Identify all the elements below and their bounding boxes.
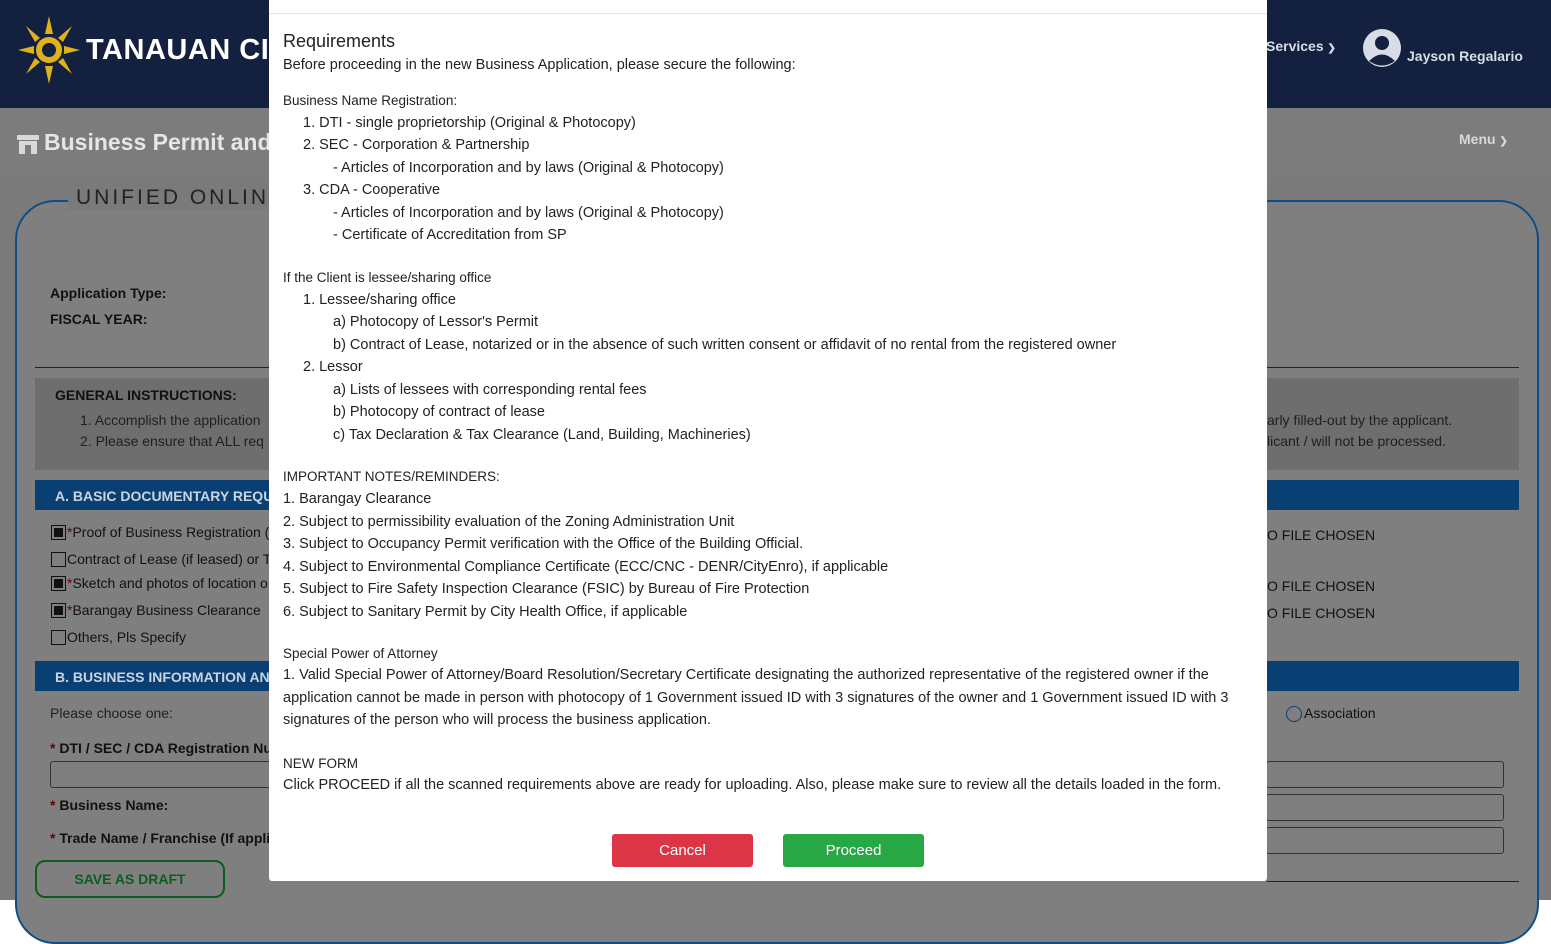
- trade-name-input[interactable]: [1266, 827, 1504, 854]
- modal-intro: Before proceeding in the new Business Ap…: [283, 57, 796, 73]
- notes-heading: IMPORTANT NOTES/REMINDERS:: [283, 469, 500, 484]
- dti-registration-input-end[interactable]: [1266, 761, 1504, 788]
- services-label: Services: [1266, 38, 1324, 54]
- new-form-heading: NEW FORM: [283, 756, 358, 771]
- lessee-line: b) Photocopy of contract of lease: [333, 404, 545, 420]
- new-form-text: Click PROCEED if all the scanned require…: [283, 777, 1222, 793]
- note-line: 2. Subject to permissibility evaluation …: [283, 514, 735, 530]
- application-type-label: Application Type:: [50, 285, 167, 301]
- user-name[interactable]: Jayson Regalario: [1407, 48, 1523, 64]
- association-label: Association: [1304, 705, 1376, 721]
- note-line: 1. Barangay Clearance: [283, 491, 432, 507]
- requirement-checkbox[interactable]: [51, 603, 66, 618]
- requirement-label: *Sketch and photos of location o: [67, 575, 268, 591]
- association-radio[interactable]: [1286, 706, 1302, 722]
- requirement-checkbox[interactable]: [51, 552, 66, 567]
- lessee-line: a) Photocopy of Lessor's Permit: [333, 314, 539, 330]
- cancel-button[interactable]: Cancel: [612, 834, 753, 867]
- instruction-item-2: 2. Please ensure that ALL req: [80, 433, 264, 449]
- business-name-input[interactable]: [1266, 794, 1504, 821]
- page-title: Business Permit and: [44, 129, 272, 155]
- instruction-item-2-end: licant / will not be processed.: [1267, 433, 1446, 449]
- lessee-heading: If the Client is lessee/sharing office: [283, 270, 492, 285]
- proceed-button[interactable]: Proceed: [783, 834, 924, 867]
- instruction-item-1-end: arly filled-out by the applicant.: [1267, 412, 1453, 428]
- note-line: 6. Subject to Sanitary Permit by City He…: [283, 604, 688, 620]
- note-line: 5. Subject to Fire Safety Inspection Cle…: [283, 581, 810, 597]
- requirement-line: 2. SEC - Corporation & Partnership: [303, 137, 530, 153]
- modal-header-divider: [269, 13, 1267, 14]
- file-chosen-status: O FILE CHOSEN: [1267, 605, 1376, 621]
- requirement-line: - Articles of Incorporation and by laws …: [333, 160, 724, 176]
- lessee-line: 2. Lessor: [303, 359, 363, 375]
- file-chosen-status: O FILE CHOSEN: [1267, 527, 1376, 543]
- section-b-title: B. BUSINESS INFORMATION AN: [55, 669, 270, 685]
- save-as-draft-button[interactable]: SAVE AS DRAFT: [35, 860, 225, 898]
- spa-heading: Special Power of Attorney: [283, 646, 438, 661]
- lessee-line: 1. Lessee/sharing office: [303, 292, 456, 308]
- spa-text: 1. Valid Special Power of Attorney/Board…: [283, 667, 1229, 728]
- dti-registration-label: * DTI / SEC / CDA Registration Nu: [50, 740, 272, 756]
- city-logo-sun-icon[interactable]: [18, 14, 80, 84]
- save-as-draft-label: SAVE AS DRAFT: [74, 871, 186, 887]
- requirement-line: - Certificate of Accreditation from SP: [333, 227, 567, 243]
- fiscal-year-label: FISCAL YEAR:: [50, 311, 148, 327]
- choose-one-label: Please choose one:: [50, 705, 173, 721]
- requirement-line: 3. CDA - Cooperative: [303, 182, 441, 198]
- trade-name-label: * Trade Name / Franchise (If appli: [50, 830, 271, 846]
- form-title: UNIFIED ONLINE: [68, 186, 295, 210]
- general-instructions-heading: GENERAL INSTRUCTIONS:: [55, 387, 237, 403]
- requirement-label: *Barangay Business Clearance: [67, 602, 261, 618]
- menu-label: Menu: [1459, 131, 1496, 147]
- services-menu[interactable]: Services ❯: [1266, 38, 1336, 54]
- requirement-line: - Articles of Incorporation and by laws …: [333, 205, 724, 221]
- lessee-line: b) Contract of Lease, notarized or in th…: [333, 337, 1117, 353]
- file-chosen-status: O FILE CHOSEN: [1267, 578, 1376, 594]
- instruction-item-1: 1. Accomplish the application: [80, 412, 261, 428]
- chevron-down-icon: ❯: [1327, 43, 1336, 54]
- requirement-checkbox[interactable]: [51, 576, 66, 591]
- divider: [1267, 881, 1519, 882]
- requirements-modal: Requirements Before proceeding in the ne…: [269, 0, 1267, 881]
- user-avatar-icon[interactable]: [1362, 28, 1402, 68]
- note-line: 4. Subject to Environmental Compliance C…: [283, 559, 889, 575]
- dti-registration-input[interactable]: [50, 761, 271, 788]
- requirement-line: 1. DTI - single proprietorship (Original…: [303, 115, 636, 131]
- chevron-down-icon: ❯: [1499, 136, 1508, 147]
- section-a-title: A. BASIC DOCUMENTARY REQU: [55, 488, 274, 504]
- requirement-label: *Proof of Business Registration (: [67, 524, 270, 540]
- requirement-label: Others, Pls Specify: [67, 629, 187, 645]
- lessee-line: c) Tax Declaration & Tax Clearance (Land…: [333, 427, 751, 443]
- note-line: 3. Subject to Occupancy Permit verificat…: [283, 536, 804, 552]
- business-registration-heading: Business Name Registration:: [283, 93, 458, 108]
- menu-dropdown[interactable]: Menu ❯: [1459, 131, 1508, 147]
- business-name-label: * Business Name:: [50, 797, 169, 813]
- store-icon: [17, 135, 39, 154]
- modal-title: Requirements: [283, 31, 396, 51]
- lessee-line: a) Lists of lessees with corresponding r…: [333, 382, 647, 398]
- requirement-checkbox[interactable]: [51, 525, 66, 540]
- requirement-checkbox[interactable]: [51, 630, 66, 645]
- requirement-label: Contract of Lease (if leased) or T: [67, 551, 272, 567]
